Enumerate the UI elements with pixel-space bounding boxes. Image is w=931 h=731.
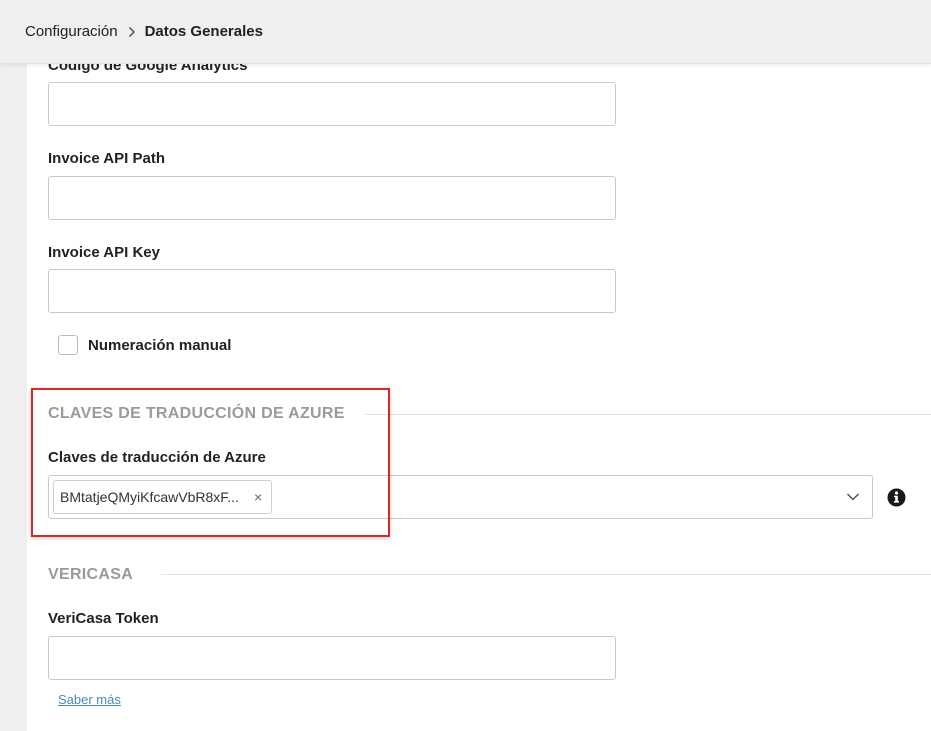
invoice-api-path-input[interactable] <box>48 176 616 220</box>
manual-numbering-checkbox[interactable] <box>58 335 78 355</box>
vericasa-token-label: VeriCasa Token <box>48 610 159 627</box>
azure-keys-select[interactable]: BMtatjeQMyiKfcawVbR8xF... × <box>48 475 873 519</box>
azure-section-divider <box>365 414 931 415</box>
azure-key-tag: BMtatjeQMyiKfcawVbR8xF... × <box>53 480 272 514</box>
left-rail <box>0 64 27 731</box>
vericasa-token-input[interactable] <box>48 636 616 680</box>
invoice-api-key-input[interactable] <box>48 269 616 313</box>
learn-more-link[interactable]: Saber más <box>58 692 121 707</box>
breadcrumb-current: Datos Generales <box>144 23 263 40</box>
settings-form: Código de Google Analytics Invoice API P… <box>27 64 931 731</box>
manual-numbering-label[interactable]: Numeración manual <box>88 337 231 354</box>
info-circle-icon[interactable] <box>887 488 906 512</box>
chevron-down-icon[interactable] <box>846 489 860 507</box>
vericasa-section-divider <box>161 574 931 575</box>
top-bar: Configuración Datos Generales <box>0 0 931 64</box>
chevron-right-icon <box>128 26 136 38</box>
azure-key-tag-text: BMtatjeQMyiKfcawVbR8xF... <box>60 489 239 505</box>
breadcrumb-parent-link[interactable]: Configuración <box>25 23 118 40</box>
google-analytics-input[interactable] <box>48 82 616 126</box>
google-analytics-label: Código de Google Analytics <box>48 64 248 74</box>
invoice-api-key-label: Invoice API Key <box>48 244 160 261</box>
azure-keys-label: Claves de traducción de Azure <box>48 449 266 466</box>
tag-remove-icon[interactable]: × <box>254 489 262 505</box>
manual-numbering-row: Numeración manual <box>58 335 231 355</box>
invoice-api-path-label: Invoice API Path <box>48 150 165 167</box>
azure-section-title: CLAVES DE TRADUCCIÓN DE AZURE <box>48 405 345 422</box>
vericasa-section-title: VERICASA <box>48 566 134 583</box>
breadcrumb: Configuración Datos Generales <box>25 23 263 40</box>
